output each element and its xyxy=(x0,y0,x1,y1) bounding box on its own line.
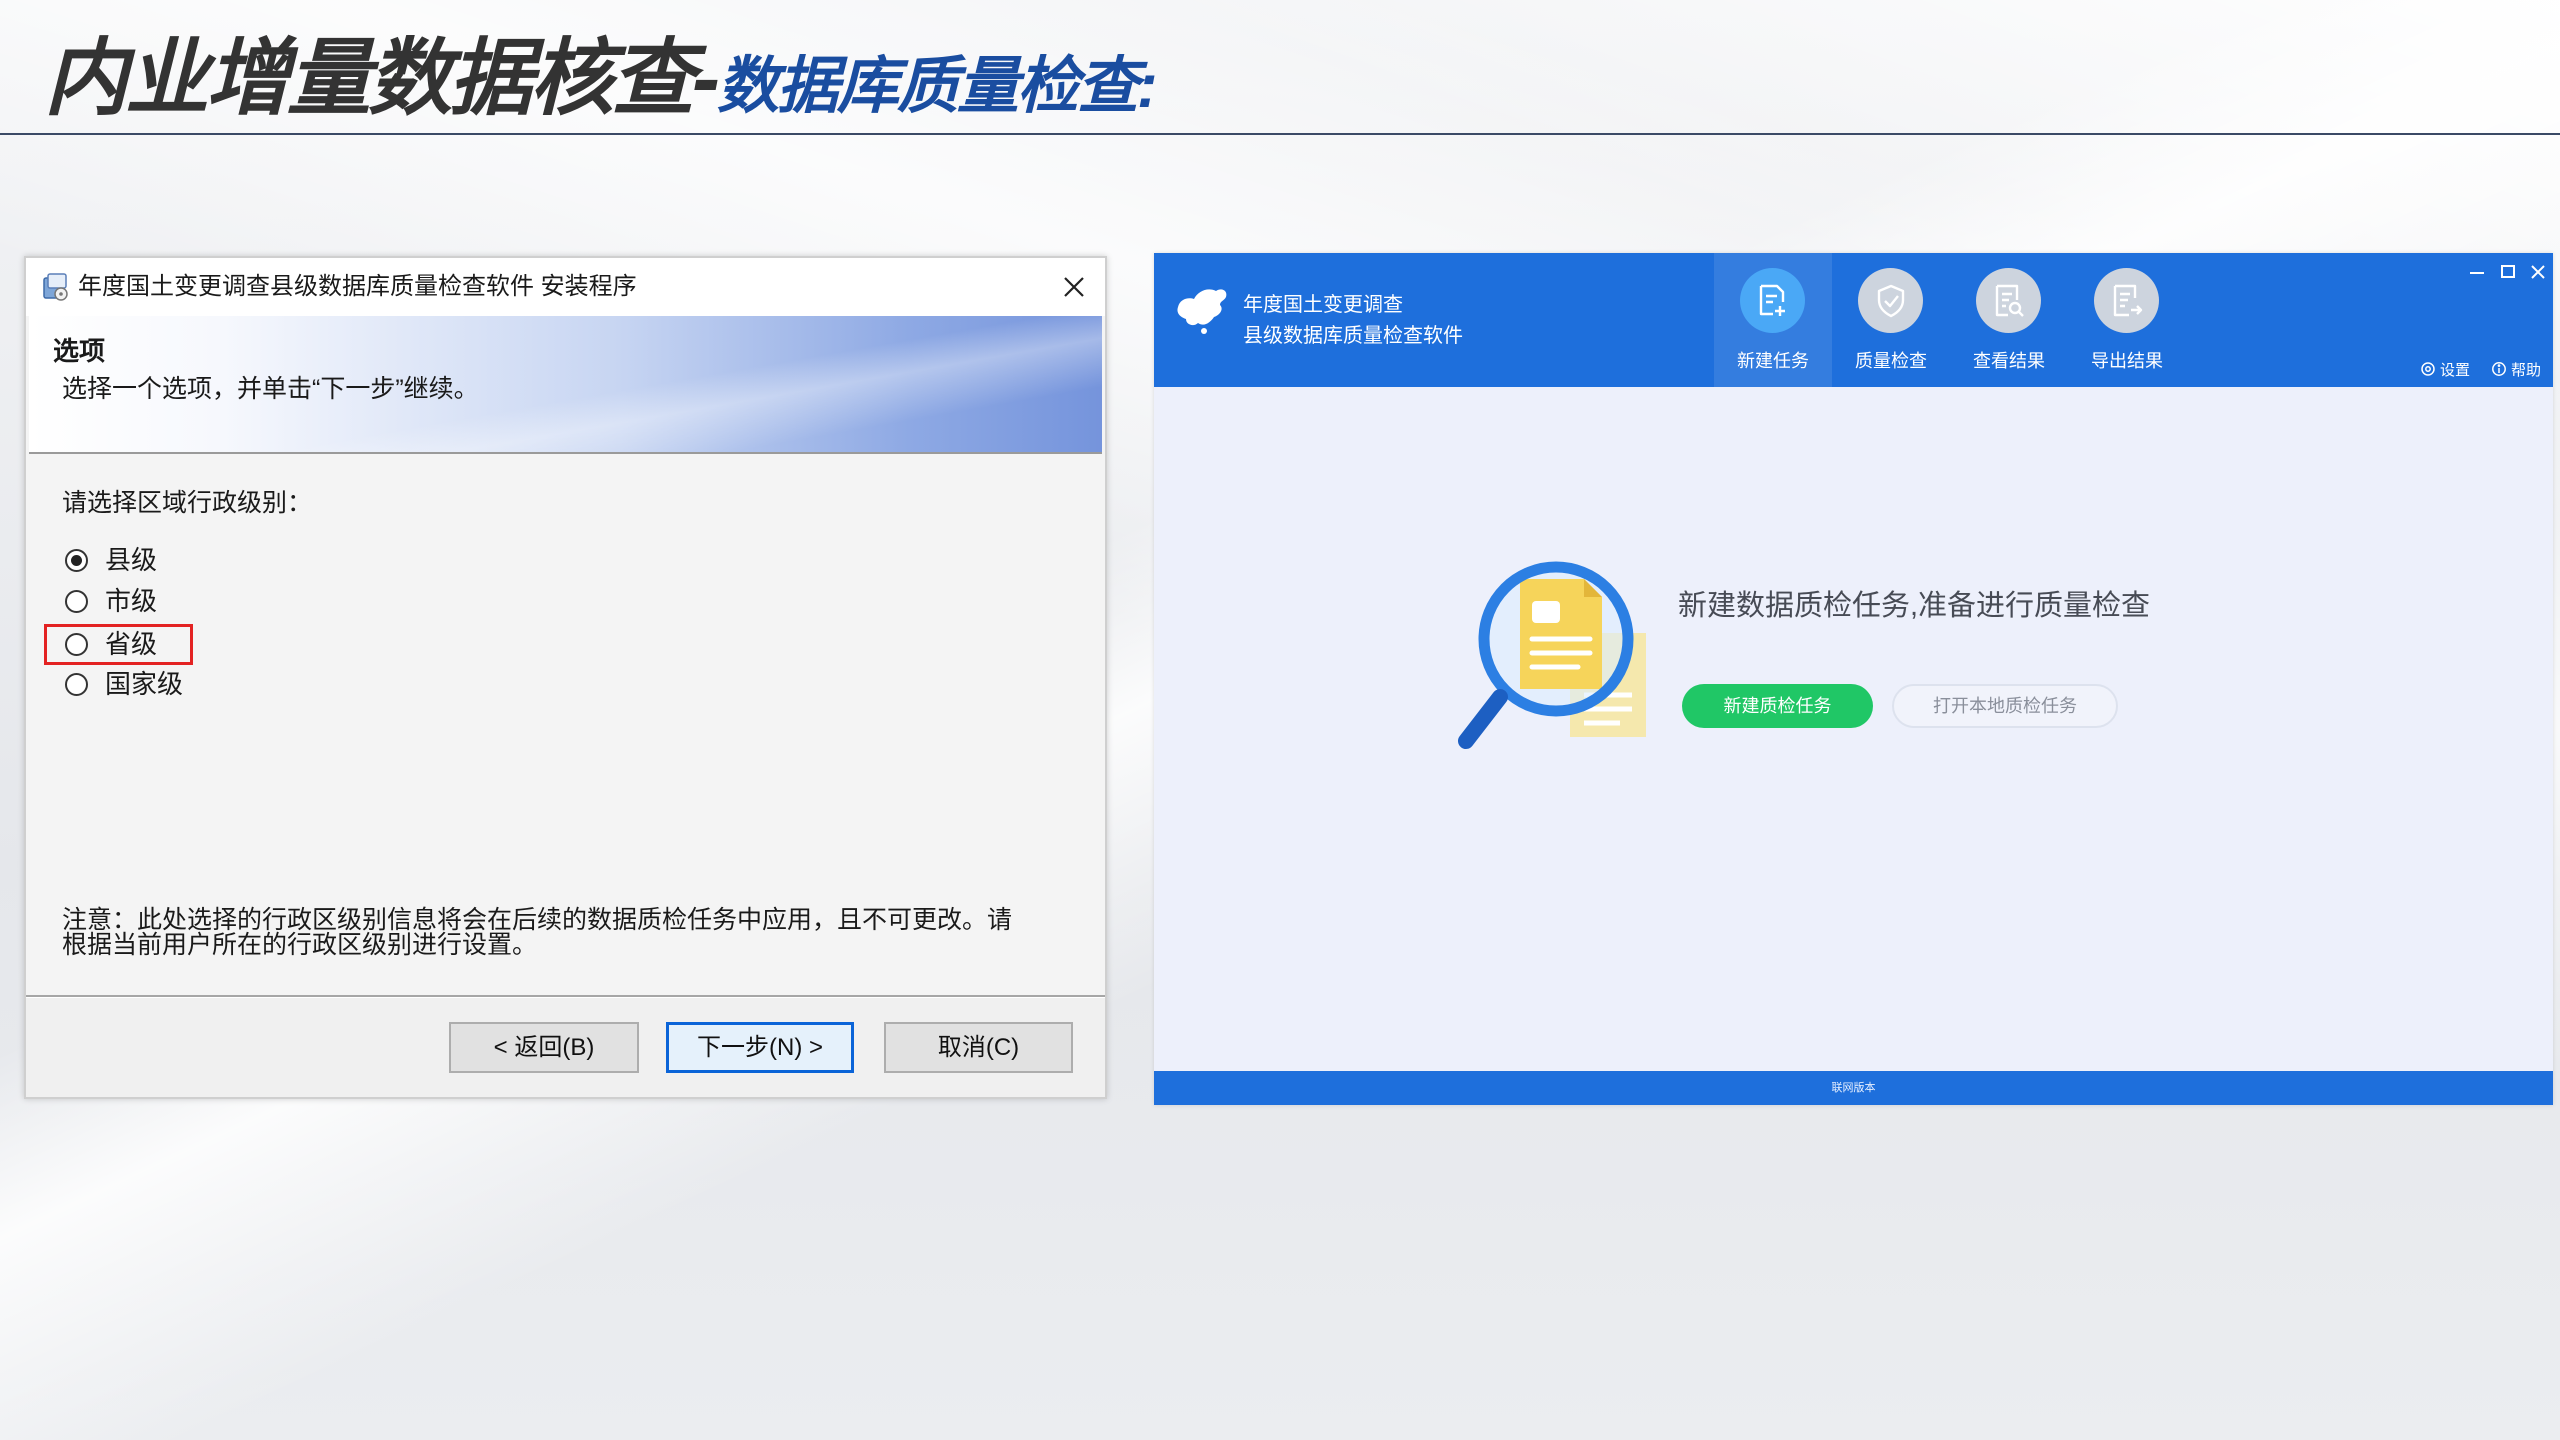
radio-button[interactable] xyxy=(65,673,88,696)
radio-option-label: 县级 xyxy=(105,545,158,575)
nav-new-task[interactable]: 新建任务 xyxy=(1714,253,1832,387)
info-icon xyxy=(2491,361,2507,382)
radio-option-county[interactable]: 县级 xyxy=(44,540,193,581)
installer-step-subtitle: 选择一个选项，并单击“下一步”继续。 xyxy=(62,375,479,403)
cancel-button[interactable]: 取消(C) xyxy=(884,1022,1073,1073)
radio-option-label: 省级 xyxy=(105,629,158,659)
radio-button[interactable] xyxy=(65,549,88,572)
help-label: 帮助 xyxy=(2511,362,2542,379)
installer-dialog: 年度国土变更调查县级数据库质量检查软件 安装程序 选项 选择一个选项，并单击“下… xyxy=(24,256,1107,1099)
open-local-task-button[interactable]: 打开本地质检任务 xyxy=(1892,684,2118,728)
installer-note: 注意：此处选择的行政区级别信息将会在后续的数据质检任务中应用，且不可更改。请 根… xyxy=(62,908,1012,958)
app-top-bar: 年度国土变更调查 县级数据库质量检查软件 新建任务 质量检查 查看结果 导出结果… xyxy=(1154,253,2553,387)
edition-label: 联网版本 xyxy=(1831,1082,1876,1094)
nav-label: 查看结果 xyxy=(1973,351,2045,371)
export-results-icon xyxy=(2094,268,2159,333)
installer-window-title: 年度国土变更调查县级数据库质量检查软件 安装程序 xyxy=(78,273,637,300)
empty-state-message: 新建数据质检任务,准备进行质量检查 xyxy=(1678,590,2151,622)
settings-link[interactable]: 设置 xyxy=(2420,361,2470,381)
nav-label: 新建任务 xyxy=(1737,351,1809,371)
slide-title-main: 内业增量数据核查- xyxy=(44,31,720,125)
app-title-line1: 年度国土变更调查 xyxy=(1243,294,1403,316)
back-button[interactable]: < 返回(B) xyxy=(449,1022,639,1073)
minimize-icon[interactable] xyxy=(2466,261,2488,283)
radio-option-national[interactable]: 国家级 xyxy=(44,664,193,705)
new-quality-task-button[interactable]: 新建质检任务 xyxy=(1682,684,1873,728)
nav-export-results[interactable]: 导出结果 xyxy=(2068,253,2186,387)
installer-note-line: 注意：此处选择的行政区级别信息将会在后续的数据质检任务中应用，且不可更改。请 xyxy=(62,906,1013,934)
nav-view-results[interactable]: 查看结果 xyxy=(1950,253,2068,387)
installer-note-line: 根据当前用户所在的行政区级别进行设置。 xyxy=(62,931,538,959)
new-task-icon xyxy=(1740,268,1805,333)
nav-quality-check[interactable]: 质量检查 xyxy=(1832,253,1950,387)
installer-header-banner: 选项 选择一个选项，并单击“下一步”继续。 xyxy=(29,316,1102,454)
radio-button[interactable] xyxy=(65,633,88,656)
radio-option-label: 国家级 xyxy=(105,669,184,699)
radio-button[interactable] xyxy=(65,590,88,613)
close-icon[interactable] xyxy=(1061,274,1087,300)
title-divider xyxy=(0,133,2560,135)
installer-title-bar[interactable]: 年度国土变更调查县级数据库质量检查软件 安装程序 xyxy=(26,258,1105,316)
magnifier-document-illustration xyxy=(1450,555,1650,755)
app-title-line2: 县级数据库质量检查软件 xyxy=(1243,325,1463,347)
installer-step-title: 选项 xyxy=(53,336,106,366)
china-map-logo-icon xyxy=(1174,285,1230,335)
radio-option-label: 市级 xyxy=(105,586,158,616)
close-icon[interactable] xyxy=(2527,261,2549,283)
admin-level-prompt: 请选择区域行政级别： xyxy=(62,489,313,517)
nav-label: 导出结果 xyxy=(2091,351,2163,371)
app-status-bar: 联网版本 xyxy=(1154,1071,2553,1105)
next-button[interactable]: 下一步(N) > xyxy=(666,1022,854,1073)
maximize-icon[interactable] xyxy=(2497,261,2519,283)
view-results-icon xyxy=(1976,268,2041,333)
quality-check-app-window: 年度国土变更调查 县级数据库质量检查软件 新建任务 质量检查 查看结果 导出结果… xyxy=(1154,253,2553,1105)
installer-app-icon xyxy=(41,272,71,302)
slide-title: 内业增量数据核查- 数据库质量检查: xyxy=(44,31,1158,125)
radio-option-province[interactable]: 省级 xyxy=(44,624,193,665)
radio-option-city[interactable]: 市级 xyxy=(44,581,193,622)
settings-label: 设置 xyxy=(2440,362,2471,379)
shield-check-icon xyxy=(1858,268,1923,333)
nav-label: 质量检查 xyxy=(1855,351,1927,371)
gear-icon xyxy=(2420,361,2436,382)
slide-title-sub: 数据库质量检查: xyxy=(716,52,1158,121)
help-link[interactable]: 帮助 xyxy=(2491,361,2541,381)
